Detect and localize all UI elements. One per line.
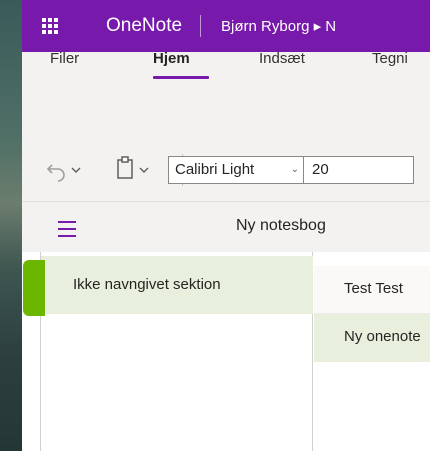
chevron-down-icon: ⌄ xyxy=(290,164,299,175)
undo-button[interactable] xyxy=(44,156,84,189)
breadcrumb[interactable]: Bjørn Ryborg ▸ N xyxy=(221,17,336,35)
app-launcher-button[interactable] xyxy=(26,0,74,52)
notebook-header: Ny notesbog xyxy=(22,202,430,252)
font-size-select[interactable]: 20 xyxy=(304,156,414,184)
section-item[interactable]: Ikke navngivet sektion xyxy=(23,256,313,316)
page-label: Test Test xyxy=(344,280,403,297)
clipboard-icon xyxy=(117,156,149,179)
section-label: Ikke navngivet sektion xyxy=(73,276,221,293)
tab-tegning[interactable]: Tegni xyxy=(372,50,408,67)
desktop-background xyxy=(0,0,22,451)
undo-icon xyxy=(46,164,81,182)
tab-hjem[interactable]: Hjem xyxy=(153,50,190,67)
tab-filer[interactable]: Filer xyxy=(50,50,79,67)
paste-button[interactable] xyxy=(114,154,160,189)
title-separator xyxy=(200,15,202,37)
tab-indsaet[interactable]: Indsæt xyxy=(259,50,305,67)
hamburger-menu-icon[interactable] xyxy=(58,221,76,242)
app-name[interactable]: OneNote xyxy=(106,15,182,37)
font-name-value: Calibri Light xyxy=(175,161,255,178)
navigation-pane: Ny notesbog Ikke navngivet sektion Test … xyxy=(22,202,430,451)
page-item[interactable]: Ny onenote xyxy=(314,314,430,362)
section-list: Ikke navngivet sektion xyxy=(23,252,313,451)
ribbon-toolbar: Calibri Light ⌄ 20 xyxy=(22,138,430,202)
notebook-name[interactable]: Ny notesbog xyxy=(236,217,326,235)
section-color-tab xyxy=(23,260,45,316)
page-item[interactable]: Test Test xyxy=(314,266,430,314)
ribbon-tab-bar xyxy=(22,52,430,138)
font-name-select[interactable]: Calibri Light ⌄ xyxy=(168,156,304,184)
page-list: Test Test Ny onenote xyxy=(314,252,430,451)
active-tab-indicator xyxy=(153,76,209,79)
waffle-icon xyxy=(42,18,58,34)
title-bar: OneNote Bjørn Ryborg ▸ N xyxy=(22,0,430,52)
page-label: Ny onenote xyxy=(344,328,421,345)
